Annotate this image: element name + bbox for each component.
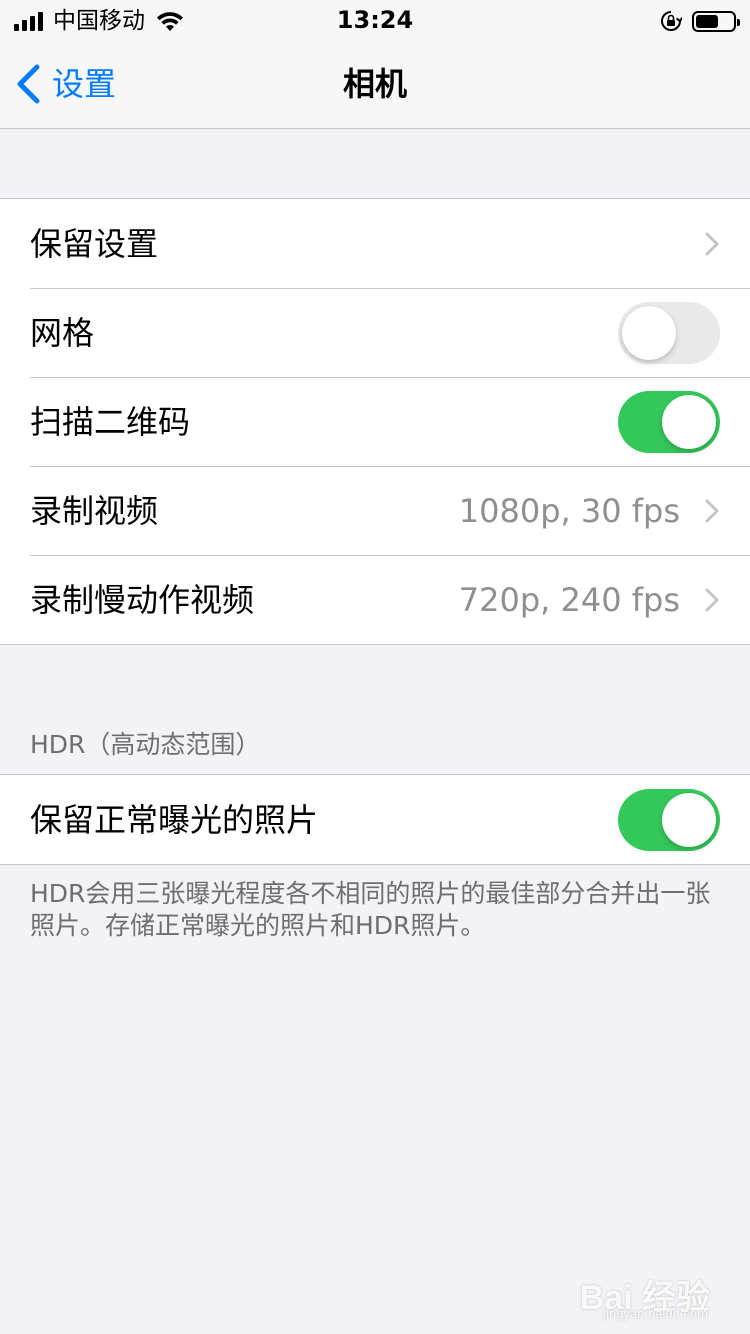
toggle-knob	[662, 394, 716, 449]
status-right	[660, 8, 740, 34]
record-slo-mo-label: 录制慢动作视频	[30, 580, 255, 619]
record-video-value: 1080p, 30 fps	[458, 491, 680, 530]
orientation-lock-icon	[661, 11, 682, 31]
toggle-knob	[662, 792, 716, 847]
hdr-group: 保留正常曝光的照片	[0, 774, 750, 865]
navigation-bar: 设置 相机	[0, 40, 750, 129]
toggle-knob	[622, 305, 676, 360]
hdr-footer-description: HDR会用三张曝光程度各不相同的照片的最佳部分合并出一张照片。存储正常曝光的照片…	[30, 879, 711, 940]
chevron-right-icon	[705, 588, 719, 611]
scan-qr-toggle[interactable]	[618, 390, 720, 453]
battery-level	[696, 14, 718, 28]
hdr-section-header: HDR（高动态范围）	[30, 730, 261, 759]
row-record-slo-mo[interactable]: 录制慢动作视频 720p, 240 fps	[0, 555, 750, 644]
status-time: 13:24	[336, 6, 414, 34]
watermark-url: jingyan.baidu.com	[603, 1306, 708, 1321]
record-slo-mo-value: 720p, 240 fps	[458, 580, 680, 619]
grid-toggle[interactable]	[618, 301, 720, 364]
chevron-right-icon	[705, 232, 719, 255]
screen: 中国移动 13:24 设置 相机 保留设置 网格 扫描二维码 录制视频 1080…	[0, 0, 750, 1334]
row-keep-normal-photo: 保留正常曝光的照片	[0, 775, 750, 864]
battery-cap	[737, 18, 740, 26]
keep-normal-photo-toggle[interactable]	[618, 788, 720, 851]
status-bar: 中国移动 13:24	[0, 0, 750, 40]
scan-qr-label: 扫描二维码	[30, 402, 191, 441]
row-record-video[interactable]: 录制视频 1080p, 30 fps	[0, 466, 750, 555]
row-preserve-settings[interactable]: 保留设置	[0, 199, 750, 288]
battery-icon	[692, 10, 740, 32]
row-grid: 网格	[0, 288, 750, 377]
grid-label: 网格	[30, 313, 95, 352]
row-scan-qr: 扫描二维码	[0, 377, 750, 466]
record-video-label: 录制视频	[30, 491, 159, 530]
page-title: 相机	[342, 65, 407, 103]
preserve-settings-label: 保留设置	[30, 224, 159, 263]
camera-settings-group: 保留设置 网格 扫描二维码 录制视频 1080p, 30 fps 录制慢动作视频…	[0, 198, 750, 645]
chevron-right-icon	[705, 499, 719, 522]
keep-normal-photo-label: 保留正常曝光的照片	[30, 800, 319, 839]
